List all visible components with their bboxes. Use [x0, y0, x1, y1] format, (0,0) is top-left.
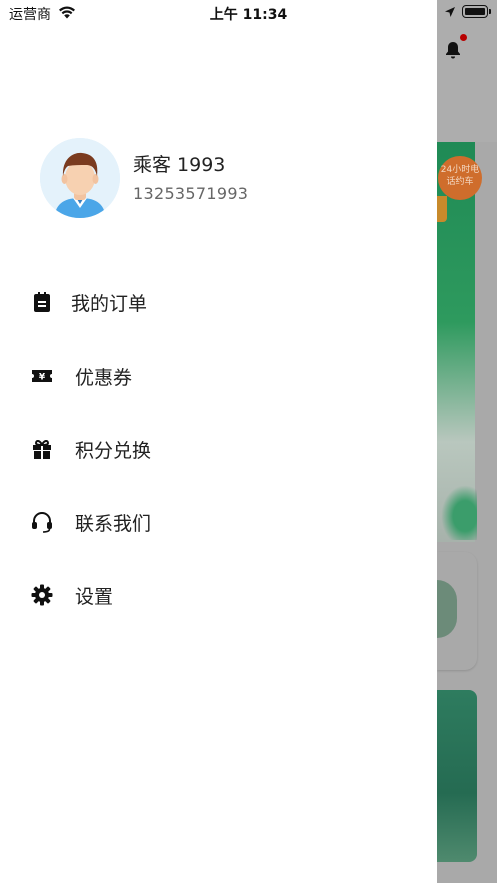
menu-item-points-exchange[interactable]: 积分兑换	[0, 423, 437, 475]
menu-item-contact-us[interactable]: 联系我们	[0, 496, 437, 548]
phone-booking-badge-text: 24小时电话约车	[440, 165, 480, 187]
notification-bell-icon[interactable]	[443, 40, 463, 60]
user-phone: 13253571993	[133, 184, 249, 203]
menu-item-label: 我的订单	[71, 293, 148, 315]
menu-item-label: 设置	[75, 586, 114, 608]
battery-tip	[489, 9, 491, 14]
clipboard-icon	[34, 292, 50, 312]
status-time: 上午 11:34	[209, 7, 288, 23]
gift-icon	[33, 439, 51, 459]
avatar-icon	[40, 138, 120, 218]
background-bottom-banner	[437, 690, 477, 862]
gear-icon	[31, 584, 53, 606]
coupon-icon: ¥	[32, 370, 52, 383]
background-strip	[437, 196, 447, 222]
avatar[interactable]	[40, 138, 120, 218]
status-bar: 运营商 上午 11:34	[0, 0, 497, 26]
user-name: 乘客 1993	[133, 154, 226, 176]
phone-booking-badge[interactable]: 24小时电话约车	[438, 156, 482, 200]
battery-icon	[462, 5, 488, 18]
menu-item-label: 联系我们	[75, 513, 152, 535]
menu-item-settings[interactable]: 设置	[0, 569, 437, 621]
notification-dot	[460, 34, 467, 41]
location-arrow-icon	[445, 7, 455, 17]
svg-text:¥: ¥	[39, 373, 46, 383]
menu-item-coupons[interactable]: ¥ 优惠券	[0, 350, 437, 402]
side-drawer: 乘客 1993 13253571993 我的订单 ¥ 优惠券 积分兑换 联系我们…	[0, 0, 437, 883]
menu-item-label: 优惠券	[75, 367, 133, 389]
menu-item-orders[interactable]: 我的订单	[0, 276, 437, 328]
background-leaf	[437, 480, 477, 540]
headset-icon	[32, 512, 52, 533]
menu-item-label: 积分兑换	[75, 440, 152, 462]
